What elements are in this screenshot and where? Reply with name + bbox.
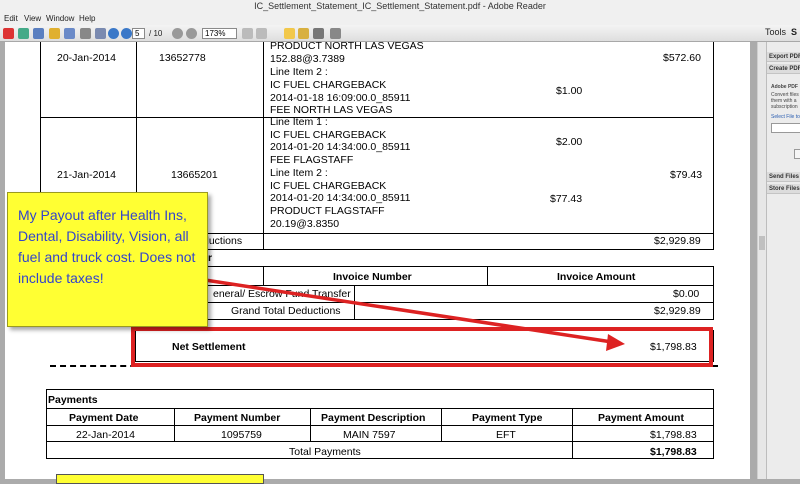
- vertical-scrollbar[interactable]: [757, 42, 766, 479]
- panel-file-input[interactable]: [771, 123, 800, 133]
- panel-select-file[interactable]: Select File to: [771, 114, 800, 120]
- panel-convert-button[interactable]: [794, 149, 800, 159]
- highlight-stamp: [56, 474, 264, 484]
- panel-send-files[interactable]: Send Files: [767, 172, 800, 182]
- panel-create-pdf[interactable]: Create PDF: [767, 64, 800, 74]
- panel-adobe-label: Adobe PDF: [771, 84, 798, 90]
- panel-export-pdf[interactable]: Export PDF: [767, 52, 800, 62]
- panel-store-files[interactable]: Store Files: [767, 184, 800, 194]
- sticky-note-annotation: My Payout after Health Ins, Dental, Disa…: [7, 192, 208, 327]
- tools-panel: Export PDF Create PDF Adobe PDF Convert …: [766, 42, 800, 479]
- scrollbar-thumb[interactable]: [759, 236, 765, 250]
- panel-desc: subscription: [771, 104, 798, 110]
